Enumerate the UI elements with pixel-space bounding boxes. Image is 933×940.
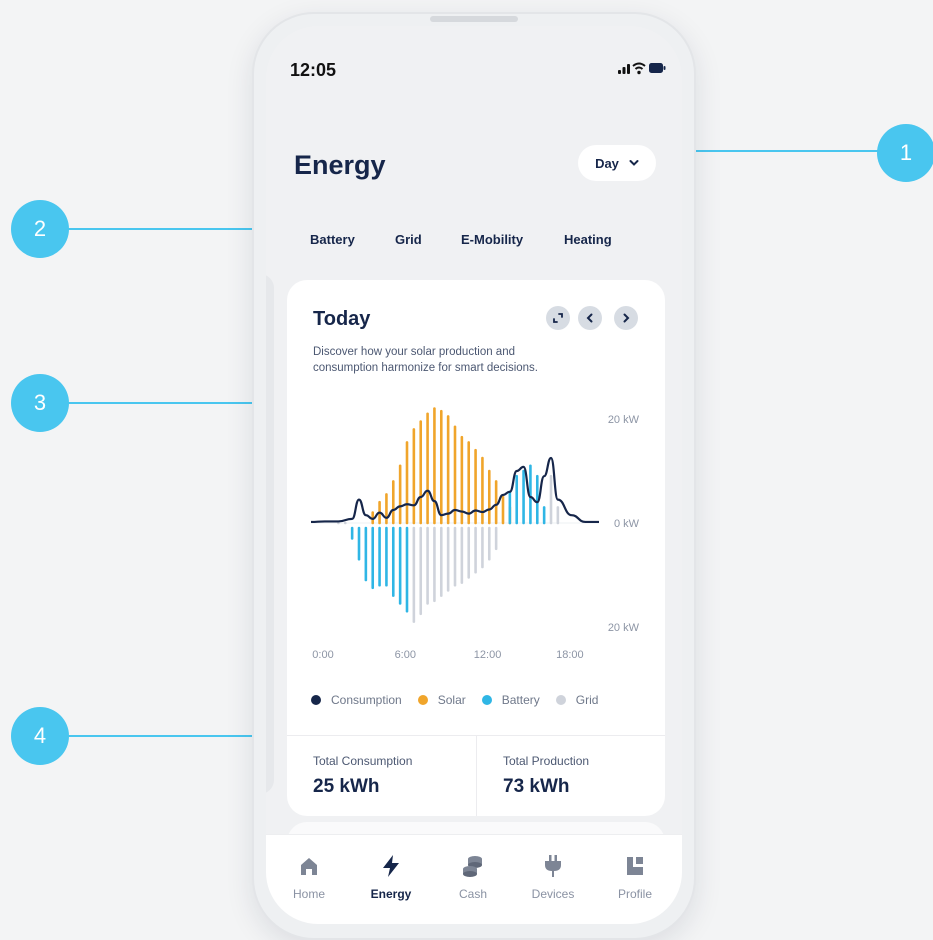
phone-frame: 12:05 Energy Day Battery Grid E-Mobility… — [252, 12, 696, 940]
total-production-value: 73 kWh — [503, 776, 570, 797]
legend-item-consumption: Consumption — [311, 692, 402, 708]
status-icons — [618, 61, 666, 80]
energy-overview-card: Today Discover how your solar production… — [287, 280, 665, 816]
total-production-label: Total Production — [503, 754, 590, 768]
expand-button[interactable] — [546, 306, 570, 330]
callout-marker-4: 4 — [11, 707, 69, 765]
legend-dot — [555, 695, 566, 705]
callout-marker-2: 2 — [11, 200, 69, 258]
total-consumption-value: 25 kWh — [313, 776, 380, 797]
legend-item-grid: Grid — [555, 692, 599, 708]
category-tabs: Battery Grid E-Mobility Heating — [266, 232, 682, 256]
x-tick-label: 18:00 — [556, 649, 584, 661]
chevron-down-icon — [629, 160, 639, 166]
lightning-icon — [383, 855, 399, 877]
period-select-value: Day — [595, 155, 619, 171]
chevron-right-icon — [623, 313, 630, 323]
previous-period-button[interactable] — [578, 306, 602, 330]
home-icon — [301, 858, 317, 875]
total-consumption-label: Total Consumption — [313, 754, 413, 768]
y-tick-label: 0 kW — [614, 518, 640, 530]
legend-dot — [417, 695, 428, 705]
tab-heating[interactable]: Heating — [564, 232, 612, 247]
coins-icon — [463, 856, 482, 877]
totals-column-divider — [476, 735, 477, 816]
next-period-button[interactable] — [614, 306, 638, 330]
nav-devices[interactable]: Devices — [518, 853, 588, 901]
bottom-navigation: Home Energy Cash Devices Profile — [266, 834, 682, 924]
nav-label: Energy — [370, 887, 412, 901]
legend-label: Battery — [501, 693, 540, 707]
y-tick-label: 20 kW — [608, 622, 640, 634]
callout-marker-1: 1 — [877, 124, 933, 182]
battery-icon — [649, 63, 666, 73]
legend-item-solar: Solar — [417, 692, 466, 708]
phone-screen: 12:05 Energy Day Battery Grid E-Mobility… — [266, 26, 682, 924]
card-title: Today — [313, 308, 371, 330]
tab-e-mobility[interactable]: E-Mobility — [461, 232, 523, 247]
x-tick-label: 0:00 — [312, 649, 333, 661]
legend-label: Grid — [575, 693, 599, 707]
nav-profile[interactable]: Profile — [600, 853, 670, 901]
nav-label: Home — [292, 887, 325, 901]
nav-energy[interactable]: Energy — [356, 853, 426, 901]
y-tick-label: 20 kW — [608, 414, 640, 426]
chart-legend: Consumption Solar Battery Grid — [311, 692, 614, 708]
legend-label: Consumption — [331, 693, 402, 707]
signal-icon — [618, 64, 630, 74]
tab-grid[interactable]: Grid — [395, 232, 422, 247]
nav-label: Cash — [458, 887, 487, 901]
nav-cash[interactable]: Cash — [438, 853, 508, 901]
legend-dot — [481, 695, 492, 705]
period-select[interactable]: Day — [578, 145, 656, 181]
callout-marker-3: 3 — [11, 374, 69, 432]
expand-icon — [553, 313, 563, 323]
tab-battery[interactable]: Battery — [310, 232, 355, 247]
legend-item-battery: Battery — [481, 692, 540, 708]
x-tick-label: 6:00 — [395, 649, 416, 661]
card-description: Discover how your solar production and c… — [313, 346, 538, 374]
legend-label: Solar — [437, 693, 466, 707]
legend-dot — [311, 695, 321, 705]
page-title: Energy — [294, 150, 386, 180]
status-time: 12:05 — [290, 60, 337, 80]
chevron-left-icon — [586, 313, 593, 323]
profile-icon — [627, 857, 643, 875]
x-tick-label: 12:00 — [474, 649, 502, 661]
nav-label: Profile — [617, 887, 652, 901]
previous-card-edge — [266, 274, 274, 794]
wifi-icon — [632, 62, 646, 75]
nav-home[interactable]: Home — [274, 853, 344, 901]
plug-icon — [545, 855, 561, 877]
phone-speaker — [430, 16, 518, 22]
nav-label: Devices — [531, 887, 575, 901]
energy-chart[interactable]: 20 kW 0 kW 20 kW 0:00 6:00 12:00 18:00 — [287, 390, 665, 680]
